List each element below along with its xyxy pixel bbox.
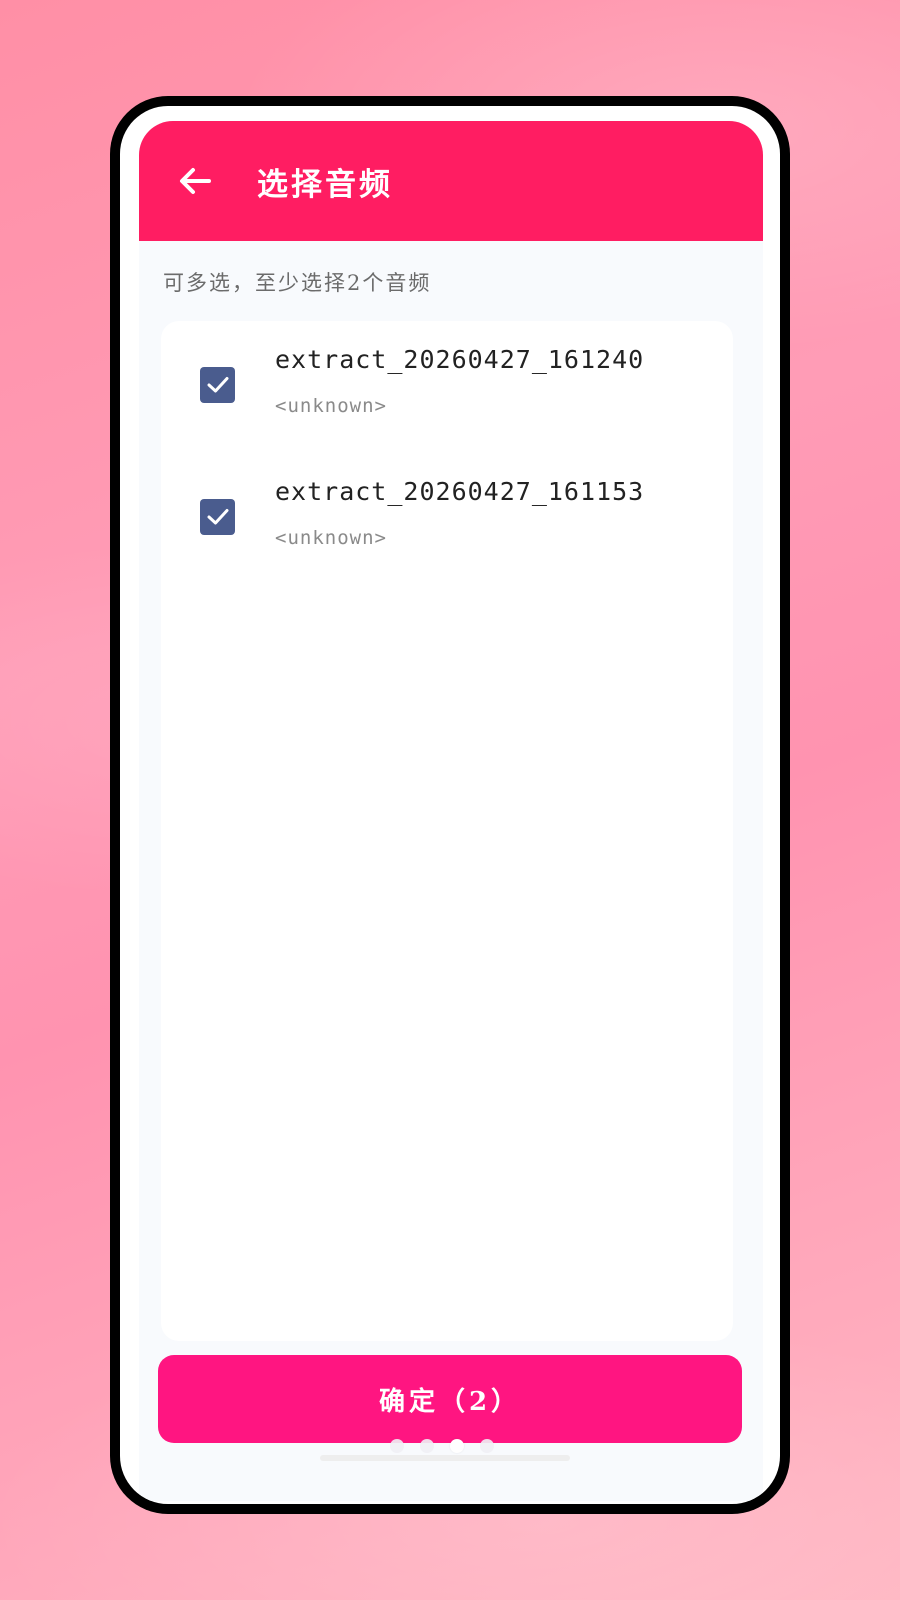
audio-list-item[interactable]: extract_20260427_161153 <unknown> <box>161 467 733 587</box>
audio-artist: <unknown> <box>275 527 387 549</box>
confirm-button[interactable]: 确定（2） <box>158 1355 742 1443</box>
checkbox-checked[interactable] <box>200 499 235 535</box>
page-dot <box>420 1439 434 1453</box>
check-icon <box>207 509 228 525</box>
selection-hint: 可多选，至少选择2个音频 <box>163 271 432 295</box>
app-header: 选择音频 <box>139 121 763 241</box>
audio-file-name: extract_20260427_161240 <box>275 345 645 374</box>
checkbox-checked[interactable] <box>200 367 235 403</box>
audio-list: extract_20260427_161240 <unknown> extrac… <box>161 321 733 1341</box>
audio-file-name: extract_20260427_161153 <box>275 477 645 506</box>
content-area: 可多选，至少选择2个音频 extract_20260427_161240 <un… <box>139 241 763 1501</box>
check-icon <box>207 377 228 393</box>
page-dot <box>480 1439 494 1453</box>
arrow-left-icon[interactable] <box>177 163 213 199</box>
page-dot <box>390 1439 404 1453</box>
page-indicator <box>390 1439 494 1453</box>
audio-list-item[interactable]: extract_20260427_161240 <unknown> <box>161 335 733 455</box>
home-indicator[interactable] <box>320 1455 570 1461</box>
page-dot-active <box>450 1439 464 1453</box>
phone-frame: 选择音频 可多选，至少选择2个音频 extract_20260427_16124… <box>110 96 790 1514</box>
audio-artist: <unknown> <box>275 395 387 417</box>
page-title: 选择音频 <box>257 167 393 203</box>
screen: 选择音频 可多选，至少选择2个音频 extract_20260427_16124… <box>120 106 780 1504</box>
